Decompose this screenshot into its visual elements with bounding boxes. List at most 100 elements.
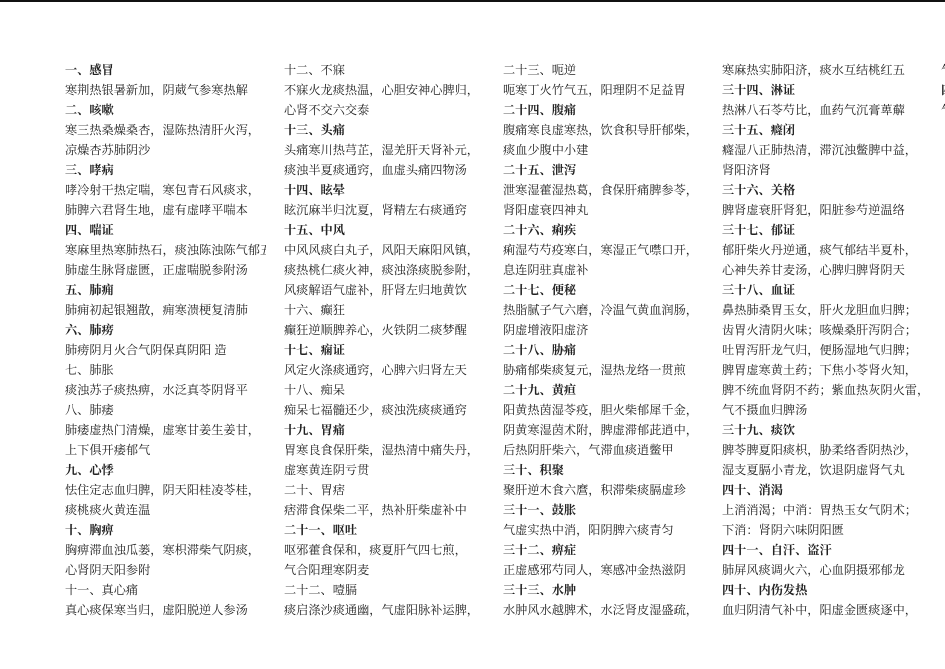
text-line: 脾肾虚衰肝肾犯，阳脏参芍逆温络 [722,200,923,220]
text-line: 八、肺痿 [65,400,266,420]
text-line: 痰浊半夏痰通窍，血虚头痛四物汤 [284,160,485,180]
section-heading: 三十一、鼓胀 [503,500,704,520]
text-line: 脾苓脾夏阳痰枳，胁柔络香阴热沙， [722,440,923,460]
text-line: 阴虚增液阳虚济 [503,320,704,340]
text-line: 寒荆热银暑新加，阴葳气参寒热解 [65,80,266,100]
text-line: 气虚实热中消，阳阴脾六痰青匀 [503,520,704,540]
text-line: 气虚：肺心脾肾，肺福四元； [941,100,945,120]
section-heading: 三、哮病 [65,160,266,180]
text-line: 吐胃泻肝龙气归，便肠湿地气归脾； [722,340,923,360]
text-line: 真心痰保寒当归，虚阳脱逆人参汤 [65,600,266,620]
text-line: 十八、痴呆 [284,380,485,400]
section-heading: 二十八、胁痛 [503,340,704,360]
section-heading: 五、肺痈 [65,280,266,300]
section-heading: 十三、头痛 [284,120,485,140]
text-line: 气合阳理寒阴麦 [284,560,485,580]
section-heading: 二十五、泄泻 [503,160,704,180]
text-line: 正虚感邪芍同人，寒感冲金热滋阴 [503,560,704,580]
text-line: 呃寒丁火竹气五，阳理阴不足益胃 [503,80,704,100]
text-line: 肾阳虚衰四神丸 [503,200,704,220]
text-line: 风痰解语气虚补，肝肾左归地黄饮 [284,280,485,300]
text-line: 风定火涤痰通窍，心脾六归肾左天 [284,360,485,380]
text-line: 鼻热肺桑胃玉女，肝火龙胆血归脾； [722,300,923,320]
text-line: 痰热桃仁痰火神，痰浊涤痰脱参附， [284,260,485,280]
text-line: 呕邪藿食保和，痰夏肝气四七煎， [284,540,485,560]
text-line: 腹痛寒良虚寒热，饮食积导肝郁柴， [503,120,704,140]
text-line: 虚寒黄连阴亏贯 [284,460,485,480]
text-line: 二十二、噎膈 [284,580,485,600]
section-heading: 三十八、血证 [722,280,923,300]
text-line: 胁痛郁柴痰复元，湿热龙络一贯煎 [503,360,704,380]
section-heading: 三十三、水肿 [503,580,704,600]
text-line: 痰桃痰火黄连温 [65,500,266,520]
text-line: 肺痈初起银翘散，痈寒溃梗复清肺 [65,300,266,320]
text-line: 哮冷射干热定喘，寒包青石风痰求， [65,180,266,200]
text-line: 十一、真心痛 [65,580,266,600]
section-heading: 四十、内伤发热 [722,580,923,600]
section-heading: 十、胸痹 [65,520,266,540]
section-heading: 四十、消渴 [722,480,923,500]
text-line: 寒三热桑燥桑杏，湿陈热清肝火泻， [65,120,266,140]
text-line: 癃湿八正肺热清，滞沉浊鳖脾中益， [722,140,923,160]
text-line: 肺虚生脉肾虚匮，正虚喘脱参附汤 [65,260,266,280]
section-heading: 二十六、痢疾 [503,220,704,240]
section-heading: 四十一、虚劳 [941,80,945,100]
section-heading: 三十四、淋证 [722,80,923,100]
text-line: 痰血少腹中小建 [503,140,704,160]
section-heading: 三十六、关格 [722,180,923,200]
text-line: 痞滞食保柴二平，热补肝柴虚补中 [284,500,485,520]
text-line: 痢湿芍芍疫寒白，寒湿正气噤口开， [503,240,704,260]
text-line: 热脂腻子气六磨，冷温气黄血润肠， [503,300,704,320]
section-heading: 三十五、癃闭 [722,120,923,140]
text-line: 郁肝柴火丹逆通，痰气郁结半夏朴， [722,240,923,260]
section-heading: 十七、痫证 [284,340,485,360]
text-line: 后热阴肝柴六，气滞血痰逍鳖甲 [503,440,704,460]
text-line: 凉燥杏苏肺阴沙 [65,140,266,160]
text-line: 癫狂逆顺脾养心，火铁阴二痰梦醒 [284,320,485,340]
text-line: 肺痨阴月火合气阴保真阴阳 造 [65,340,266,360]
text-line: 寒麻热实肺阳济，痰水互结桃红五 [722,60,923,80]
section-heading: 一、感冒 [65,60,266,80]
text-line: 心肾不交六交泰 [284,100,485,120]
text-line: 寒麻里热寒肺热石，痰浊陈浊陈气郁五， [65,240,266,260]
text-line: 上下俱开痿郁气 [65,440,266,460]
text-line: 心神失养甘麦汤，心脾归脾肾阴天 [722,260,923,280]
text-line: 血归阴清气补中，阳虚金匮痰逐中， [722,600,923,620]
text-line: 下消：肾阴六味阴阳匮 [722,520,923,540]
section-heading: 三十二、痹症 [503,540,704,560]
text-line: 肺痿虚热门清燥，虚寒甘姜生姜甘， [65,420,266,440]
text-line: 痰浊苏子痰热痹，水泛真苓阴肾平 [65,380,266,400]
section-heading: 二十九、黄疸 [503,380,704,400]
text-line: 二十、胃痞 [284,480,485,500]
text-line: 十六、癫狂 [284,300,485,320]
text-line: 痰启涤沙痰通幽，气虚阳脉补运脾， [284,600,485,620]
text-line: 胸痹滞血浊瓜蒌，寒枳滞柴气阴痰， [65,540,266,560]
section-heading: 二、咳嗽 [65,100,266,120]
text-line: 脾胃虚寒黄土药；下焦小苓肾火知， [722,360,923,380]
text-line: 七、肺胀 [65,360,266,380]
section-heading: 十九、胃痛 [284,420,485,440]
section-heading: 四、喘证 [65,220,266,240]
section-heading: 三十九、痰饮 [722,420,923,440]
text-line: 痴呆七福髓还少，痰浊洗痰痰通窍 [284,400,485,420]
text-line: 阳黄热茵湿苓疫，胆火柴郁犀千金， [503,400,704,420]
text-line: 上消消渴；中消：胃热玉女气阴术； [722,500,923,520]
section-heading: 十四、眩晕 [284,180,485,200]
section-heading: 十五、中风 [284,220,485,240]
text-line: 中风风痰白丸子，风阳天麻阳风镇， [284,240,485,260]
text-line: 热淋八石苓芍比，血药气沉膏萆薢 [722,100,923,120]
text-line: 湿支夏膈小青龙，饮退阴虚肾气丸 [722,460,923,480]
text-line: 二十三、呃逆 [503,60,704,80]
text-line: 肺脾六君肾生地，虚有虚哮平喘本 [65,200,266,220]
section-heading: 四十一、自汗、盗汗 [722,540,923,560]
text-line: 气郁丹瘀痰血府 [941,60,945,80]
text-line: 泄寒湿藿湿热葛，食保肝痛脾参苓， [503,180,704,200]
text-line: 肾阳济肾 [722,160,923,180]
text-line: 阴黄寒湿茵术附，脾虚滞郁茈逍中， [503,420,704,440]
text-line: 胃寒良食保肝柴，湿热清中痛失丹， [284,440,485,460]
section-heading: 二十七、便秘 [503,280,704,300]
text-line: 十二、不寐 [284,60,485,80]
section-heading: 二十一、呕吐 [284,520,485,540]
text-line: 怯住定志血归脾，阴天阳桂凌苓桂， [65,480,266,500]
section-heading: 九、心悸 [65,460,266,480]
